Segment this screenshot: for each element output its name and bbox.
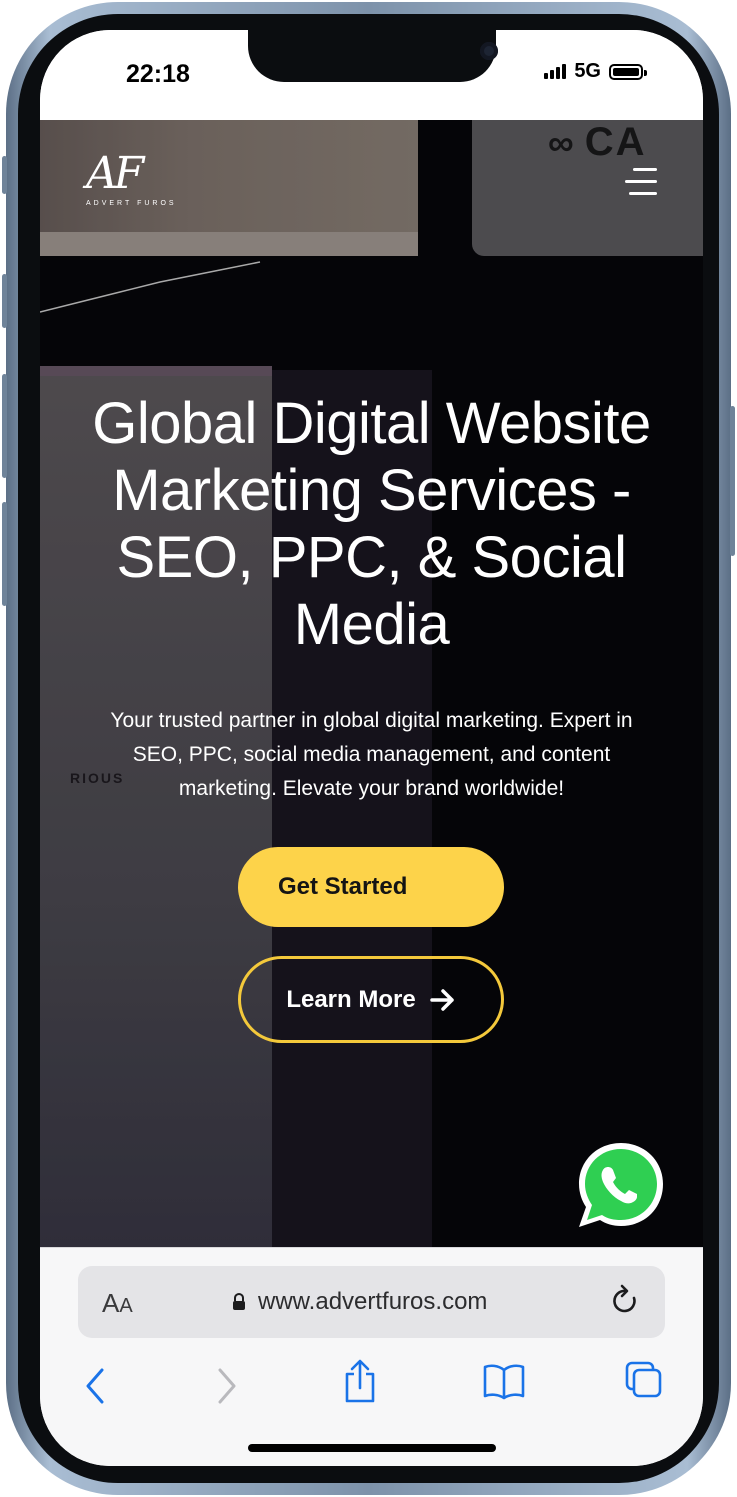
tabs-icon[interactable] xyxy=(624,1360,664,1400)
side-button-left xyxy=(2,502,7,606)
volume-down-button xyxy=(2,374,7,478)
power-button xyxy=(730,406,735,556)
status-bar: 22:18 5G xyxy=(40,30,703,120)
front-camera xyxy=(480,42,498,60)
logo-mark: AF xyxy=(86,148,144,199)
whatsapp-icon[interactable] xyxy=(573,1137,669,1233)
hero-overlay xyxy=(40,120,703,1247)
url-display[interactable]: www.advertfuros.com xyxy=(232,1288,487,1316)
get-started-label: Get Started xyxy=(278,873,408,900)
back-icon[interactable] xyxy=(84,1366,108,1406)
site-logo[interactable]: AF ADVERT FUROS xyxy=(86,148,177,208)
home-indicator xyxy=(248,1444,496,1452)
arrow-right-icon xyxy=(429,988,454,1011)
bookmarks-icon[interactable] xyxy=(482,1362,526,1400)
hamburger-menu-icon[interactable] xyxy=(625,168,657,196)
status-indicators: 5G xyxy=(544,60,647,83)
browser-nav-bar xyxy=(40,1358,703,1418)
forward-icon[interactable] xyxy=(214,1366,238,1406)
learn-more-label: Learn More xyxy=(286,985,416,1013)
logo-tagline: ADVERT FUROS xyxy=(86,200,177,207)
url-text: www.advertfuros.com xyxy=(258,1288,488,1315)
notch xyxy=(248,30,498,82)
mute-switch xyxy=(2,156,7,194)
hero-subtitle: Your trusted partner in global digital m… xyxy=(110,709,633,800)
signal-icon xyxy=(544,64,567,79)
get-started-button[interactable]: Get Started xyxy=(238,847,504,927)
hero-section: ∞ CA RIOUS AF ADVERT FUROS Global Digita… xyxy=(40,120,703,1247)
status-time: 22:18 xyxy=(126,60,190,88)
share-icon[interactable] xyxy=(342,1358,378,1404)
screen: 22:18 5G ∞ CA RIOUS AF ADVERT FUROS Glob… xyxy=(40,30,703,1466)
lock-icon xyxy=(233,1293,245,1310)
learn-more-button[interactable]: Learn More xyxy=(238,956,504,1043)
browser-toolbar: AA www.advertfuros.com xyxy=(40,1247,703,1466)
address-bar[interactable]: AA www.advertfuros.com xyxy=(78,1266,665,1338)
reload-icon[interactable] xyxy=(609,1284,641,1318)
volume-up-button xyxy=(2,274,7,328)
battery-icon xyxy=(609,63,647,80)
network-type: 5G xyxy=(574,60,601,82)
reader-aa-button[interactable]: AA xyxy=(102,1288,133,1319)
hero-title: Global Digital Website Marketing Service… xyxy=(92,391,651,657)
